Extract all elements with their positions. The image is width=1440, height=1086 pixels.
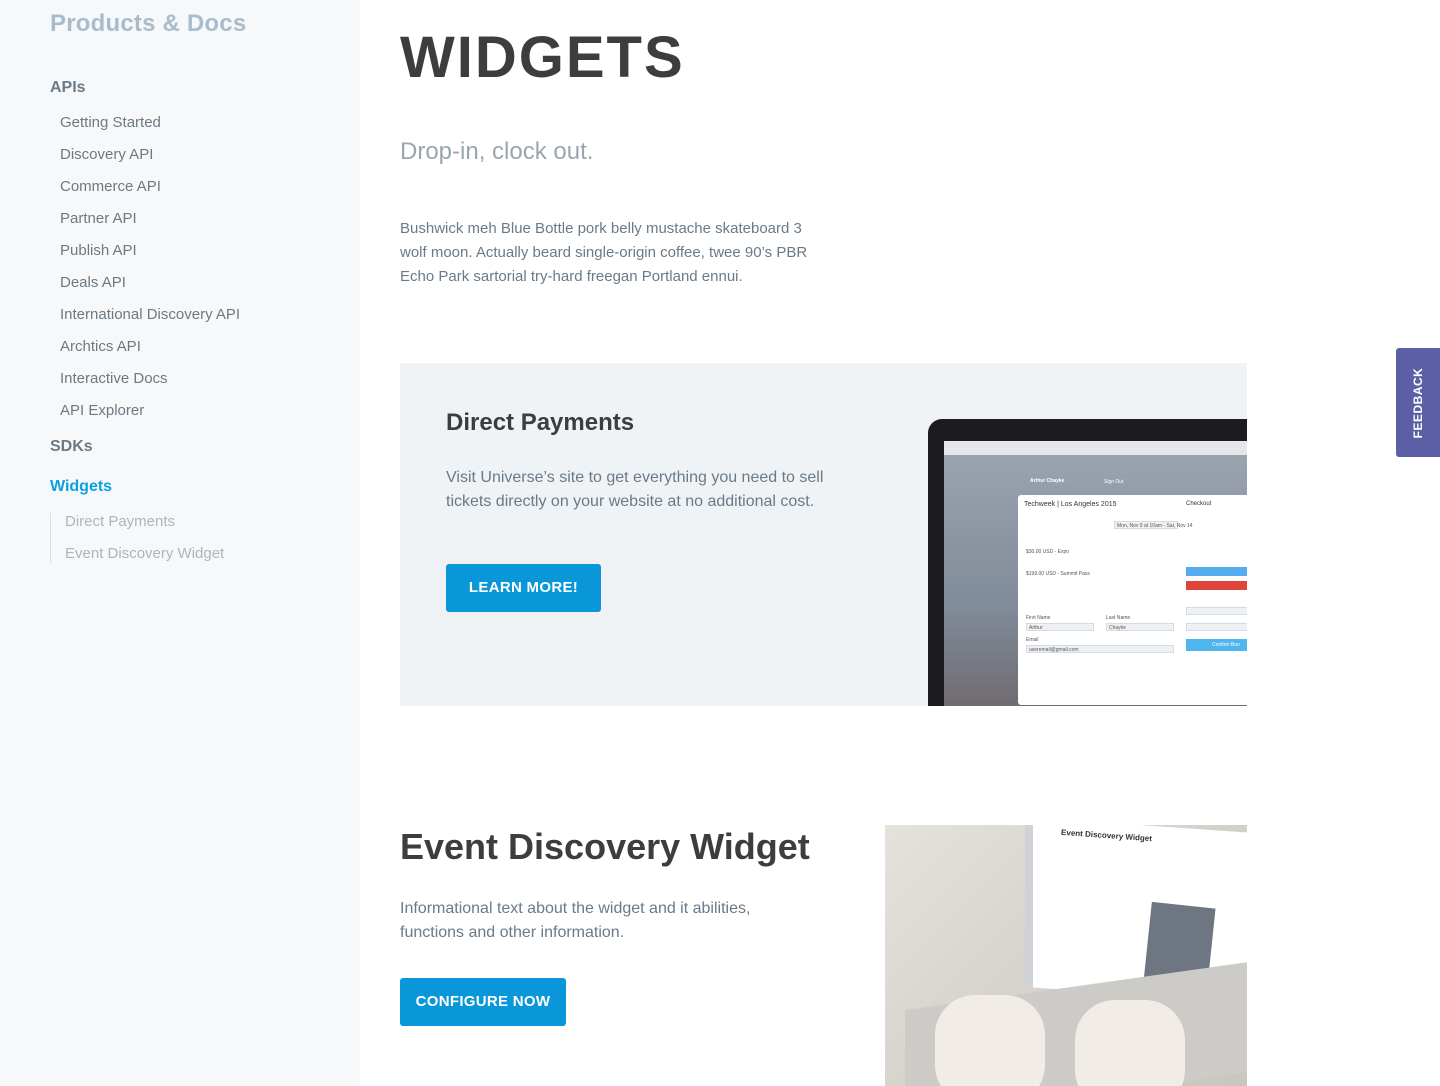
sidebar-item-archtics-api[interactable]: Archtics API [60,338,141,355]
mock-twitter-button [1186,567,1247,576]
mock-first-name: Arthur [1029,625,1043,631]
page-intro: Bushwick meh Blue Bottle pork belly must… [400,220,808,285]
feedback-label: FEEDBACK [1411,367,1425,438]
sidebar-item-publish-api[interactable]: Publish API [60,242,137,259]
mock-expo-ticket: $30.00 USD - Expo [1026,549,1070,555]
mock-email-label: Email [1026,637,1039,643]
mock-confirm-label: Confirm Boo [1212,642,1240,648]
laptop-screen: Arthur Chayke Sign Out Techweek | Los An… [944,441,1247,706]
laptop-checkout-image: Arthur Chayke Sign Out Techweek | Los An… [928,419,1247,706]
mock-first-name-label: First Name [1026,615,1051,621]
sidebar: Products & Docs APIs Getting Started Dis… [0,0,360,1086]
sidebar-item-api-explorer[interactable]: API Explorer [60,402,144,419]
mock-expiry-field [1186,623,1247,631]
photo-left-hand [935,995,1045,1086]
sidebar-item-direct-payments[interactable]: Direct Payments [65,513,175,530]
mock-google-button [1186,581,1247,590]
mock-event-title: Techweek | Los Angeles 2015 [1024,501,1117,508]
event-discovery-photo: Event Discovery Widget [885,825,1247,1086]
mock-last-name: Chayke [1109,625,1126,631]
sidebar-item-event-discovery-widget[interactable]: Event Discovery Widget [65,545,224,562]
sidebar-title[interactable]: Products & Docs [50,10,246,38]
sidebar-item-international-discovery-api[interactable]: International Discovery API [60,306,240,323]
sidebar-item-partner-api[interactable]: Partner API [60,210,137,227]
mock-last-name-label: Last Name [1106,615,1131,621]
direct-payments-title: Direct Payments [446,409,635,436]
page-title: WIDGETS [400,25,685,90]
mock-checkout-label: Checkout [1186,501,1212,507]
sidebar-item-getting-started[interactable]: Getting Started [60,114,161,131]
sidebar-item-interactive-docs[interactable]: Interactive Docs [60,370,168,387]
page-tagline: Drop-in, clock out. [400,138,594,165]
sidebar-section-widgets[interactable]: Widgets [50,478,112,496]
mock-card-field [1186,607,1247,615]
mock-email: useremail@gmail.com [1029,647,1079,653]
mock-summit-ticket: $199.00 USD - Summit Pass [1026,571,1090,577]
sidebar-item-deals-api[interactable]: Deals API [60,274,126,291]
event-discovery-text: Informational text about the widget and … [400,900,751,941]
browser-bar [944,441,1247,455]
sidebar-section-sdks[interactable]: SDKs [50,438,93,456]
mock-user-name: Arthur Chayke [1030,478,1065,484]
mock-dates: Mon, Nov 9 at 10am - Sat, Nov 14 [1117,523,1193,529]
event-discovery-title: Event Discovery Widget [400,826,810,867]
configure-now-button[interactable]: CONFIGURE NOW [400,978,566,1026]
feedback-tab[interactable]: FEEDBACK [1396,348,1440,457]
sidebar-section-apis[interactable]: APIs [50,79,86,97]
direct-payments-text: Visit Universe’s site to get everything … [446,469,824,510]
sidebar-item-commerce-api[interactable]: Commerce API [60,178,161,195]
direct-payments-card: Direct Payments Visit Universe’s site to… [400,363,1247,706]
mock-sign-out: Sign Out [1104,479,1124,485]
sidebar-widgets-submenu: Direct Payments Event Discovery Widget [50,513,310,563]
learn-more-button[interactable]: LEARN MORE! [446,564,601,612]
checkout-modal: Techweek | Los Angeles 2015 Checkout Mon… [1018,495,1247,705]
mock-powered-by: Powered by universe [1020,677,1067,683]
photo-right-hand [1075,1000,1185,1086]
sidebar-item-discovery-api[interactable]: Discovery API [60,146,153,163]
